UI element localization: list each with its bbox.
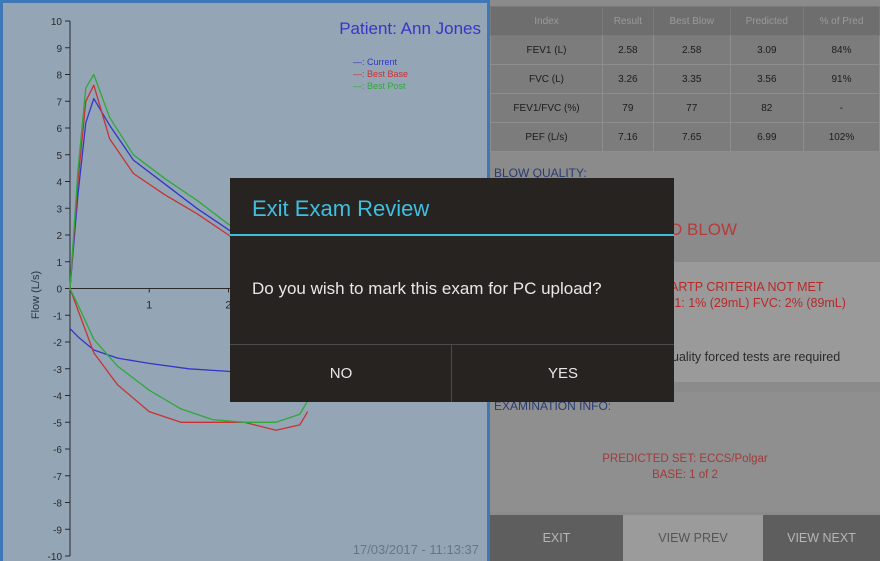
y-tick-label: 8 <box>56 71 62 82</box>
y-tick-label: -3 <box>53 365 62 376</box>
table-cell: 82 <box>729 93 804 123</box>
dialog-message: Do you wish to mark this exam for PC upl… <box>252 279 602 298</box>
y-tick-label: 3 <box>56 204 62 215</box>
y-tick-label: 2 <box>56 231 62 242</box>
predicted-set: PREDICTED SET: ECCS/Polgar <box>602 453 768 465</box>
y-tick-label: -2 <box>53 338 62 349</box>
table-cell: 6.99 <box>729 122 804 152</box>
table-cell: 3.09 <box>729 35 804 65</box>
table-row: PEF (L/s) 7.16 7.65 6.99 102% <box>490 122 880 152</box>
y-tick-label: 0 <box>56 285 62 296</box>
blow-quality-value: D BLOW <box>670 220 738 239</box>
yes-button[interactable]: YES <box>452 345 674 402</box>
y-tick-label: -9 <box>53 525 62 536</box>
results-table: Index Result Best Blow Predicted % of Pr… <box>490 6 880 152</box>
table-cell: - <box>802 93 880 123</box>
base-info: BASE: 1 of 2 <box>652 469 718 481</box>
legend-current: —: Current <box>353 57 398 67</box>
y-tick-label: 10 <box>51 17 63 28</box>
legend-best-base: —: Best Base <box>353 69 409 79</box>
table-cell: PEF (L/s) <box>490 122 603 152</box>
quality-error-values: V1: 1% (29mL) FVC: 2% (89mL) <box>666 296 846 310</box>
y-tick-label: 9 <box>56 44 62 55</box>
table-cell: FVC (L) <box>490 64 603 94</box>
table-cell: 3.56 <box>729 64 804 94</box>
table-cell: 3.35 <box>652 64 731 94</box>
y-tick-label: -10 <box>48 552 63 561</box>
y-tick-label: -1 <box>53 311 62 322</box>
table-cell: FEV1/FVC (%) <box>490 93 603 123</box>
table-cell: 91% <box>802 64 880 94</box>
table-cell: 3.26 <box>601 64 654 94</box>
table-header: Index <box>490 6 603 36</box>
table-cell: 2.58 <box>652 35 731 65</box>
y-tick-label: -5 <box>53 418 62 429</box>
y-tick-label: 5 <box>56 151 62 162</box>
y-tick-label: 7 <box>56 97 62 108</box>
x-tick-label: 1 <box>146 300 152 312</box>
table-row: FEV1/FVC (%) 79 77 82 - <box>490 93 880 123</box>
view-prev-button[interactable]: VIEW PREV <box>623 515 763 561</box>
dialog-title-divider <box>230 234 674 236</box>
y-axis-label: Flow (L/s) <box>30 271 42 319</box>
chart-legend: —: Current —: Best Base —: Best Post <box>353 56 408 92</box>
table-header-row: Index Result Best Blow Predicted % of Pr… <box>490 6 880 36</box>
legend-best-post: —: Best Post <box>353 81 406 91</box>
dialog-title: Exit Exam Review <box>252 196 430 221</box>
no-button[interactable]: NO <box>230 345 452 402</box>
table-cell: 102% <box>802 122 880 152</box>
y-tick-label: 1 <box>56 258 62 269</box>
spirometry-review-screen: 109876543210-1-2-3-4-5-6-7-8-9-10123 Flo… <box>0 0 880 561</box>
table-cell: FEV1 (L) <box>490 35 603 65</box>
exam-timestamp: 17/03/2017 - 11:13:37 <box>352 542 479 557</box>
patient-name: Patient: Ann Jones <box>339 19 481 38</box>
y-tick-label: -7 <box>53 472 62 483</box>
table-cell: 77 <box>652 93 731 123</box>
table-cell: 2.58 <box>601 35 654 65</box>
table-header: Result <box>601 6 654 36</box>
y-tick-label: -8 <box>53 499 62 510</box>
exit-exam-review-dialog: Exit Exam Review Do you wish to mark thi… <box>230 178 674 402</box>
quality-note: uality forced tests are required <box>672 350 841 364</box>
quality-error-criteria: ARTP CRITERIA NOT MET <box>670 280 824 294</box>
table-header: Predicted <box>729 6 804 36</box>
table-row: FEV1 (L) 2.58 2.58 3.09 84% <box>490 35 880 65</box>
table-header: Best Blow <box>652 6 731 36</box>
y-tick-label: -6 <box>53 445 62 456</box>
table-row: FVC (L) 3.26 3.35 3.56 91% <box>490 64 880 94</box>
navigation-buttons: EXIT VIEW PREV VIEW NEXT <box>490 515 880 561</box>
view-next-button[interactable]: VIEW NEXT <box>763 515 880 561</box>
table-cell: 7.16 <box>601 122 654 152</box>
y-tick-label: 6 <box>56 124 62 135</box>
table-header: % of Pred <box>802 6 880 36</box>
y-tick-label: 4 <box>56 178 62 189</box>
examination-info-area: EXAMINATION INFO: PREDICTED SET: ECCS/Po… <box>490 392 880 512</box>
table-cell: 84% <box>802 35 880 65</box>
y-tick-label: -4 <box>53 392 62 403</box>
table-cell: 79 <box>601 93 654 123</box>
exit-button[interactable]: EXIT <box>490 515 623 561</box>
table-cell: 7.65 <box>652 122 731 152</box>
